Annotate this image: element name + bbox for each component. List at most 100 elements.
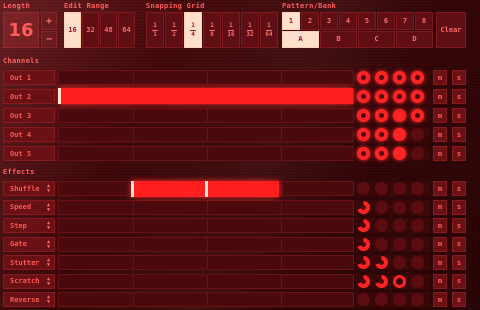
channel-knob-4[interactable] [411,71,424,84]
effect-knob-1[interactable] [357,274,370,288]
snap-1-8-button[interactable]: 18 [203,12,221,48]
effect-track[interactable] [58,236,354,252]
effect-solo-button[interactable]: s [452,292,466,307]
effect-knob-3[interactable] [393,219,406,232]
effect-mute-button[interactable]: m [433,199,447,215]
effect-knob-4[interactable] [411,237,424,251]
effect-solo-button[interactable]: s [452,218,466,233]
length-increase-button[interactable]: + [41,12,57,30]
effect-solo-button[interactable]: s [452,181,466,196]
effect-label-reverse[interactable]: Reverse ▲ ▼ [3,292,55,307]
bank-c-button[interactable]: C [358,31,395,48]
stepper-arrows-icon[interactable]: ▲ ▼ [47,276,50,287]
effect-knob-2[interactable] [375,182,388,195]
effect-knob-4[interactable] [411,219,424,232]
effect-knob-2[interactable] [375,219,388,232]
channel-label-out-3[interactable]: Out 3 [3,108,55,123]
channel-mute-button[interactable]: m [433,89,447,104]
snap-1-2-button[interactable]: 12 [165,12,183,48]
channel-label-out-4[interactable]: Out 4 [3,127,55,142]
length-decrease-button[interactable]: − [41,31,57,48]
edit-range-32-button[interactable]: 32 [82,12,99,48]
channel-knob-3[interactable] [393,109,406,122]
channel-knob-1[interactable] [357,90,370,103]
effect-knob-1[interactable] [357,200,370,214]
channel-knob-2[interactable] [375,109,388,122]
stepper-arrows-icon[interactable]: ▲ ▼ [47,258,50,268]
channel-solo-button[interactable]: s [452,146,466,161]
channel-out-2-region[interactable] [59,88,353,104]
channel-track[interactable] [58,146,354,161]
effect-knob-1[interactable] [357,293,370,306]
effect-knob-2[interactable] [375,256,388,269]
effect-knob-4[interactable] [411,293,424,306]
effect-knob-2[interactable] [375,293,388,306]
effect-knob-3[interactable] [393,293,406,306]
stepper-arrows-icon[interactable]: ▲ ▼ [47,221,50,231]
effect-knob-4[interactable] [411,256,424,269]
effect-knob-4[interactable] [411,200,424,214]
effect-mute-button[interactable]: m [433,236,447,252]
channel-knob-1[interactable] [357,71,370,84]
effect-knob-3[interactable] [393,182,406,195]
effect-track[interactable] [58,273,354,289]
channel-knob-4[interactable] [411,109,424,122]
effect-knob-4[interactable] [411,274,424,288]
channel-solo-button[interactable]: s [452,70,466,85]
effect-knob-2[interactable] [375,237,388,251]
stepper-arrows-icon[interactable]: ▲ ▼ [47,239,50,250]
effect-track[interactable] [58,255,354,270]
bank-d-button[interactable]: D [396,31,433,48]
effect-knob-1[interactable] [357,256,370,269]
channel-knob-4[interactable] [411,147,424,160]
pattern-4-button[interactable]: 4 [339,12,357,30]
channel-knob-1[interactable] [357,147,370,160]
effect-label-scratch[interactable]: Scratch ▲ ▼ [3,273,55,289]
effect-mute-button[interactable]: m [433,181,447,196]
effect-knob-4[interactable] [411,182,424,195]
channel-solo-button[interactable]: s [452,127,466,142]
pattern-7-button[interactable]: 7 [396,12,414,30]
shuffle-mid-handle[interactable] [205,181,208,197]
snap-1-1-button[interactable]: 11 [146,12,164,48]
effect-track[interactable] [58,292,354,307]
snap-1-64-button[interactable]: 1 64 [260,12,278,48]
effect-mute-button[interactable]: m [433,292,447,307]
bank-a-button[interactable]: A [282,31,319,48]
channel-knob-3[interactable] [393,71,406,84]
effect-track[interactable] [58,218,354,233]
effect-mute-button[interactable]: m [433,218,447,233]
region-start-handle[interactable] [58,88,61,104]
channel-track[interactable] [58,127,354,142]
effect-track[interactable] [58,199,354,215]
effect-knob-3[interactable] [393,256,406,269]
channel-mute-button[interactable]: m [433,127,447,142]
channel-knob-3[interactable] [393,128,406,141]
channel-knob-2[interactable] [375,147,388,160]
effect-solo-button[interactable]: s [452,236,466,252]
pattern-2-button[interactable]: 2 [301,12,319,30]
effect-label-stutter[interactable]: Stutter ▲ ▼ [3,255,55,270]
channel-solo-button[interactable]: s [452,108,466,123]
channel-label-out-2[interactable]: Out 2 [3,89,55,104]
channel-track[interactable] [58,70,354,85]
effect-label-gate[interactable]: Gate ▲ ▼ [3,236,55,252]
stepper-arrows-icon[interactable]: ▲ ▼ [47,184,50,194]
effect-label-step[interactable]: Step ▲ ▼ [3,218,55,233]
channel-track[interactable] [58,108,354,123]
channel-label-out-5[interactable]: Out 5 [3,146,55,161]
pattern-6-button[interactable]: 6 [377,12,395,30]
snap-1-4-button[interactable]: 14 [184,12,202,48]
effect-knob-2[interactable] [375,200,388,214]
effect-label-shuffle[interactable]: Shuffle ▲ ▼ [3,181,55,196]
pattern-3-button[interactable]: 3 [320,12,338,30]
effect-label-speed[interactable]: Speed ▲ ▼ [3,199,55,215]
effect-solo-button[interactable]: s [452,199,466,215]
effect-mute-button[interactable]: m [433,255,447,270]
channel-knob-3[interactable] [393,147,406,160]
shuffle-start-handle[interactable] [131,181,134,197]
channel-knob-4[interactable] [411,90,424,103]
effect-knob-3[interactable] [393,274,406,288]
edit-range-64-button[interactable]: 64 [118,12,135,48]
channel-mute-button[interactable]: m [433,70,447,85]
